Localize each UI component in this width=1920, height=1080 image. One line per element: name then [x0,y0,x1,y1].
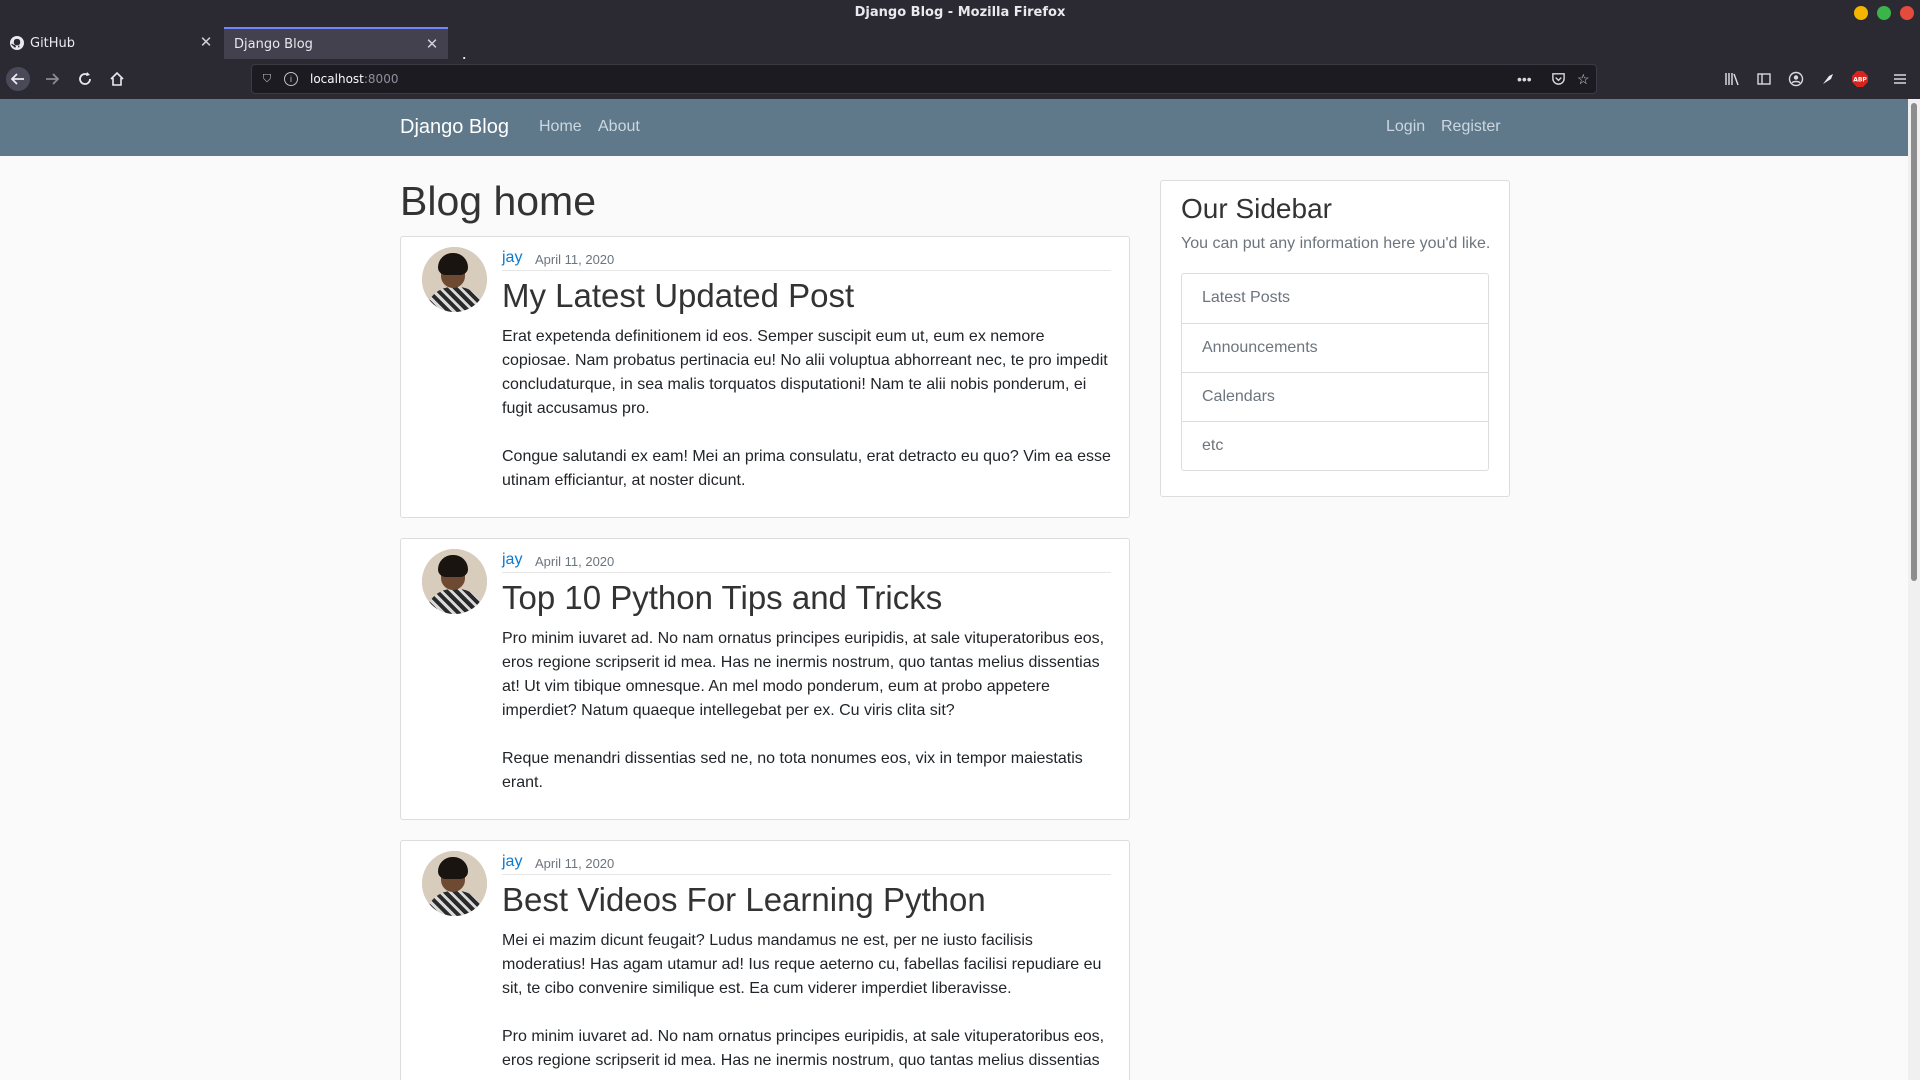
tab-strip: GitHub ✕ Django Blog ✕ + [0,25,1920,76]
post-title-link[interactable]: My Latest Updated Post [502,277,854,315]
post-meta: jay April 11, 2020 [502,853,1111,875]
post-content: Pro minim iuvaret ad. No nam ornatus pri… [502,627,1111,819]
site-info-icon[interactable]: i [284,72,298,86]
maximize-button[interactable] [1877,6,1891,20]
site-navbar: Django Blog Home About Login Register [0,99,1908,156]
adblock-icon[interactable]: ABP [1848,67,1872,91]
tab-django-blog[interactable]: Django Blog ✕ [224,27,448,59]
post-paragraph: Congue salutandi ex eam! Mei an prima co… [502,448,1111,489]
pocket-icon[interactable] [1551,71,1566,89]
nav-register-link[interactable]: Register [1441,118,1501,136]
post-author-link[interactable]: jay [502,551,522,569]
sidebar-toggle-icon[interactable] [1752,67,1776,91]
browser-toolbar: ⛉ i localhost:8000 ••• ☆ ABP [0,59,1920,99]
sidebar-item-latest-posts[interactable]: Latest Posts [1182,274,1488,323]
author-avatar [422,549,487,614]
sidebar-item-calendars[interactable]: Calendars [1182,372,1488,421]
close-tab-icon[interactable]: ✕ [198,34,214,50]
page-title: Blog home [400,178,597,224]
post-paragraph: Pro minim iuvaret ad. No nam ornatus pri… [502,1028,1105,1069]
tab-label: GitHub [30,35,76,51]
post-content: Mei ei mazim dicunt feugait? Ludus manda… [502,929,1111,1080]
post-paragraph: Reque menandri dissentias sed ne, no tot… [502,750,1083,791]
reload-icon[interactable] [73,67,97,91]
svg-text:ABP: ABP [1853,77,1867,84]
home-icon[interactable] [105,67,129,91]
post-meta: jay April 11, 2020 [502,551,1111,573]
post-author-link[interactable]: jay [502,249,522,267]
forward-icon[interactable] [40,67,64,91]
url-text: localhost:8000 [310,72,398,86]
bookmark-star-icon[interactable]: ☆ [1577,71,1590,87]
post-author-link[interactable]: jay [502,853,522,871]
sidebar: Our Sidebar You can put any information … [1160,180,1510,497]
post-title-link[interactable]: Best Videos For Learning Python [502,881,986,919]
post-title-link[interactable]: Top 10 Python Tips and Tricks [502,579,942,617]
minimize-button[interactable] [1854,6,1868,20]
post-paragraph: Mei ei mazim dicunt feugait? Ludus manda… [502,932,1102,997]
post-date: April 11, 2020 [535,554,615,569]
sidebar-title: Our Sidebar [1181,193,1332,224]
extension-icon[interactable] [1816,67,1840,91]
post-meta: jay April 11, 2020 [502,249,1111,271]
close-window-button[interactable] [1900,6,1914,20]
nav-about-link[interactable]: About [598,118,640,136]
tracking-shield-icon[interactable]: ⛉ [260,72,274,86]
close-tab-icon[interactable]: ✕ [424,36,440,52]
back-icon[interactable] [6,67,30,91]
nav-home-link[interactable]: Home [539,118,582,136]
url-port: :8000 [363,72,399,86]
account-icon[interactable] [1784,67,1808,91]
sidebar-list: Latest Posts Announcements Calendars etc [1181,273,1489,471]
site-brand[interactable]: Django Blog [400,116,509,139]
post-paragraph: Erat expetenda definitionem id eos. Semp… [502,328,1108,417]
author-avatar [422,247,487,312]
window-titlebar: Django Blog - Mozilla Firefox [0,0,1920,25]
post-date: April 11, 2020 [535,252,615,267]
post-paragraph: Pro minim iuvaret ad. No nam ornatus pri… [502,630,1105,719]
url-bar[interactable]: ⛉ i localhost:8000 ••• ☆ [251,64,1597,94]
library-icon[interactable] [1720,67,1744,91]
tab-label: Django Blog [234,36,313,52]
post-card: jay April 11, 2020 Best Videos For Learn… [400,840,1130,1080]
post-card: jay April 11, 2020 Top 10 Python Tips an… [400,538,1130,820]
window-controls [1854,6,1914,20]
tab-github[interactable]: GitHub ✕ [0,27,222,59]
sidebar-description: You can put any information here you'd l… [1181,235,1491,252]
page-actions-icon[interactable]: ••• [1517,71,1532,87]
sidebar-item-announcements[interactable]: Announcements [1182,323,1488,372]
author-avatar [422,851,487,916]
post-card: jay April 11, 2020 My Latest Updated Pos… [400,236,1130,518]
menu-icon[interactable] [1888,67,1912,91]
nav-login-link[interactable]: Login [1386,118,1425,136]
url-host: localhost [310,72,364,86]
window-title: Django Blog - Mozilla Firefox [854,5,1066,20]
sidebar-item-etc[interactable]: etc [1182,421,1488,470]
post-content: Erat expetenda definitionem id eos. Semp… [502,325,1111,517]
github-icon [10,36,24,50]
post-date: April 11, 2020 [535,856,615,871]
page-scrollbar-thumb[interactable] [1911,103,1917,581]
